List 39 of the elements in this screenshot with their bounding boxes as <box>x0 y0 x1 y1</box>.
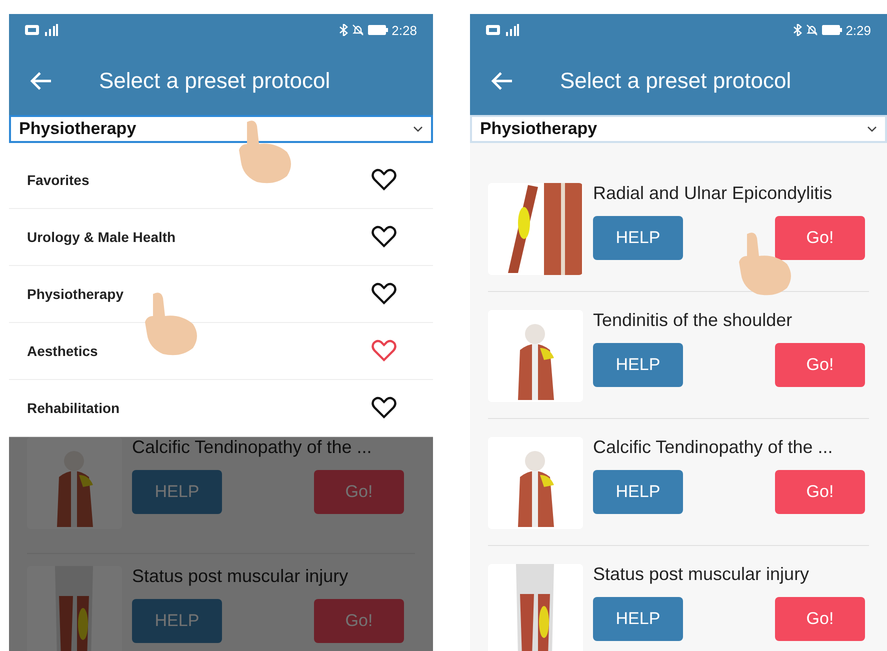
clock-time: 2:29 <box>846 22 871 38</box>
go-button[interactable]: Go! <box>774 216 865 260</box>
back-button[interactable] <box>490 70 514 90</box>
menu-item[interactable]: Urology & Male Health <box>9 209 433 266</box>
back-button[interactable] <box>29 70 53 90</box>
go-button[interactable]: Go! <box>314 599 404 643</box>
bluetooth-icon <box>792 24 802 36</box>
bluetooth-icon <box>338 24 348 36</box>
protocol-title: Tendinitis of the shoulder <box>592 310 794 331</box>
chevron-down-icon <box>867 126 877 132</box>
signal-icon <box>43 24 59 36</box>
clock-time: 2:28 <box>392 22 417 38</box>
screen-title: Select a preset protocol <box>99 68 330 94</box>
screen-title: Select a preset protocol <box>560 68 792 94</box>
help-button[interactable]: HELP <box>592 597 683 641</box>
protocol-title: Status post muscular injury <box>592 564 810 585</box>
protocol-title: Calcific Tendinopathy of the ... <box>132 437 373 458</box>
go-button[interactable]: Go! <box>774 470 865 514</box>
category-dropdown[interactable]: Physiotherapy <box>470 115 887 143</box>
help-button[interactable]: HELP <box>592 343 683 387</box>
battery-icon <box>368 25 388 35</box>
protocol-title: Calcific Tendinopathy of the ... <box>592 437 834 458</box>
help-button[interactable]: HELP <box>592 470 683 514</box>
bell-off-icon <box>352 24 364 36</box>
bell-off-icon <box>806 24 818 36</box>
help-button[interactable]: HELP <box>132 470 222 514</box>
hd-icon <box>486 25 500 35</box>
help-button[interactable]: HELP <box>132 599 222 643</box>
signal-icon <box>504 24 520 36</box>
category-dropdown[interactable]: Physiotherapy <box>9 115 433 143</box>
chevron-down-icon <box>412 126 423 132</box>
hd-icon <box>25 25 39 35</box>
help-button[interactable]: HELP <box>592 216 683 260</box>
protocol-title: Radial and Ulnar Epicondylitis <box>592 183 834 204</box>
battery-icon <box>822 25 842 35</box>
protocol-title: Status post muscular injury <box>132 566 350 587</box>
go-button[interactable]: Go! <box>774 597 865 641</box>
go-button[interactable]: Go! <box>314 470 404 514</box>
go-button[interactable]: Go! <box>774 343 865 387</box>
